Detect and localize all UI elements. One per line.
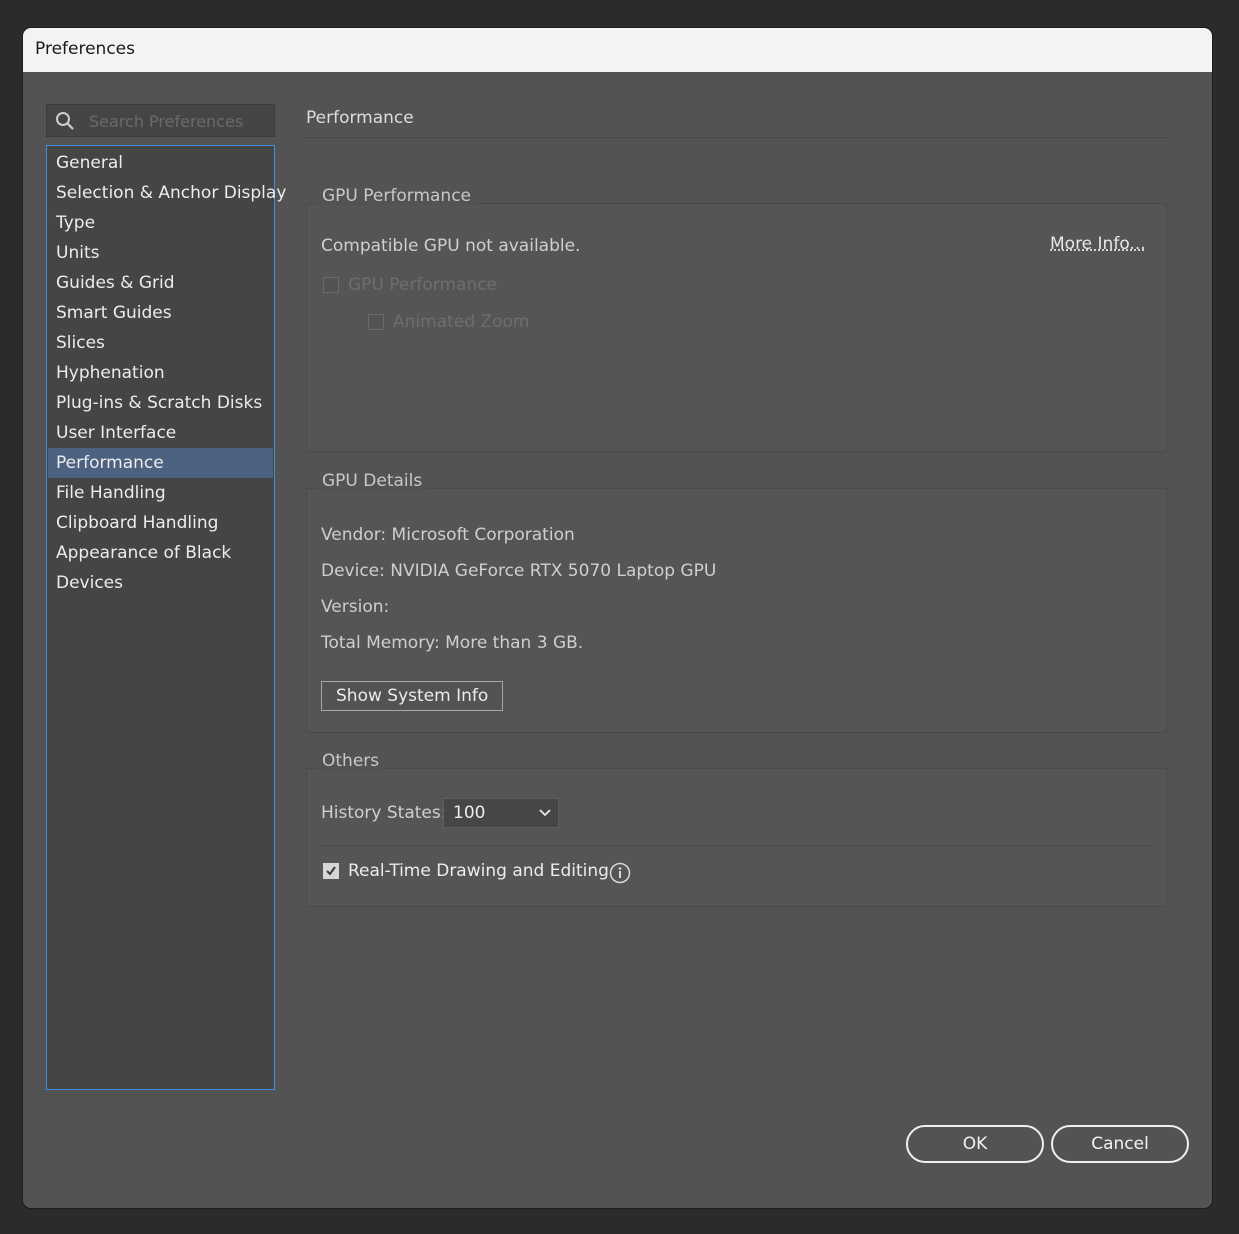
nav-item-type[interactable]: Type bbox=[48, 208, 273, 238]
gpu-performance-group-title: GPU Performance bbox=[317, 186, 476, 206]
realtime-drawing-checkbox[interactable] bbox=[323, 863, 339, 879]
show-system-info-button[interactable]: Show System Info bbox=[321, 681, 504, 711]
gpu-total-memory-text: Total Memory: More than 3 GB. bbox=[321, 633, 584, 653]
search-box[interactable] bbox=[46, 104, 275, 137]
nav-item-selection-anchor-display[interactable]: Selection & Anchor Display bbox=[48, 178, 286, 208]
nav-item-slices[interactable]: Slices bbox=[48, 328, 273, 358]
nav-item-appearance-of-black[interactable]: Appearance of Black bbox=[48, 538, 273, 568]
gpu-performance-checkbox[interactable] bbox=[323, 277, 339, 293]
more-info-link[interactable]: More Info... bbox=[1050, 234, 1146, 254]
preferences-nav-list: General Selection & Anchor Display Type … bbox=[46, 145, 286, 1090]
history-states-select[interactable]: 100 bbox=[443, 798, 559, 828]
cancel-button[interactable]: Cancel bbox=[1051, 1125, 1189, 1163]
history-states-label: History States: bbox=[321, 803, 447, 823]
nav-item-hyphenation[interactable]: Hyphenation bbox=[48, 358, 273, 388]
nav-item-general[interactable]: General bbox=[48, 148, 273, 178]
page-title: Performance bbox=[306, 108, 414, 128]
others-group: Others History States: 100 Real-Time Dra… bbox=[306, 751, 1167, 907]
nav-item-performance[interactable]: Performance bbox=[48, 448, 273, 478]
ok-button[interactable]: OK bbox=[906, 1125, 1044, 1163]
gpu-details-group: GPU Details Vendor: Microsoft Corporatio… bbox=[306, 471, 1167, 733]
nav-item-devices[interactable]: Devices bbox=[48, 568, 273, 598]
gpu-details-group-title: GPU Details bbox=[317, 471, 428, 491]
animated-zoom-label: Animated Zoom bbox=[393, 312, 530, 332]
nav-item-guides-grid[interactable]: Guides & Grid bbox=[48, 268, 273, 298]
window-title: Preferences bbox=[35, 39, 135, 59]
title-divider bbox=[306, 137, 1167, 138]
preferences-dialog: Preferences General Selection & Anchor D… bbox=[23, 28, 1212, 1208]
gpu-performance-label: GPU Performance bbox=[348, 275, 497, 295]
title-bar: Preferences bbox=[23, 28, 1212, 72]
chevron-down-icon bbox=[539, 809, 551, 817]
gpu-performance-group: GPU Performance Compatible GPU not avail… bbox=[306, 186, 1167, 452]
nav-item-plugins-scratch-disks[interactable]: Plug-ins & Scratch Disks bbox=[48, 388, 273, 418]
search-icon bbox=[56, 112, 74, 130]
gpu-vendor-text: Vendor: Microsoft Corporation bbox=[321, 525, 575, 545]
nav-item-units[interactable]: Units bbox=[48, 238, 273, 268]
others-divider bbox=[321, 845, 1152, 846]
search-input[interactable] bbox=[87, 109, 271, 133]
history-states-value: 100 bbox=[453, 803, 486, 823]
realtime-drawing-label: Real-Time Drawing and Editing bbox=[348, 861, 609, 881]
info-icon[interactable] bbox=[609, 862, 631, 884]
nav-item-file-handling[interactable]: File Handling bbox=[48, 478, 273, 508]
nav-item-user-interface[interactable]: User Interface bbox=[48, 418, 273, 448]
gpu-device-text: Device: NVIDIA GeForce RTX 5070 Laptop G… bbox=[321, 561, 717, 581]
nav-item-clipboard-handling[interactable]: Clipboard Handling bbox=[48, 508, 273, 538]
animated-zoom-checkbox[interactable] bbox=[368, 314, 384, 330]
others-group-title: Others bbox=[317, 751, 385, 771]
gpu-status-text: Compatible GPU not available. bbox=[321, 236, 581, 256]
gpu-version-text: Version: bbox=[321, 597, 390, 617]
nav-item-smart-guides[interactable]: Smart Guides bbox=[48, 298, 273, 328]
checkmark-icon bbox=[326, 866, 336, 876]
